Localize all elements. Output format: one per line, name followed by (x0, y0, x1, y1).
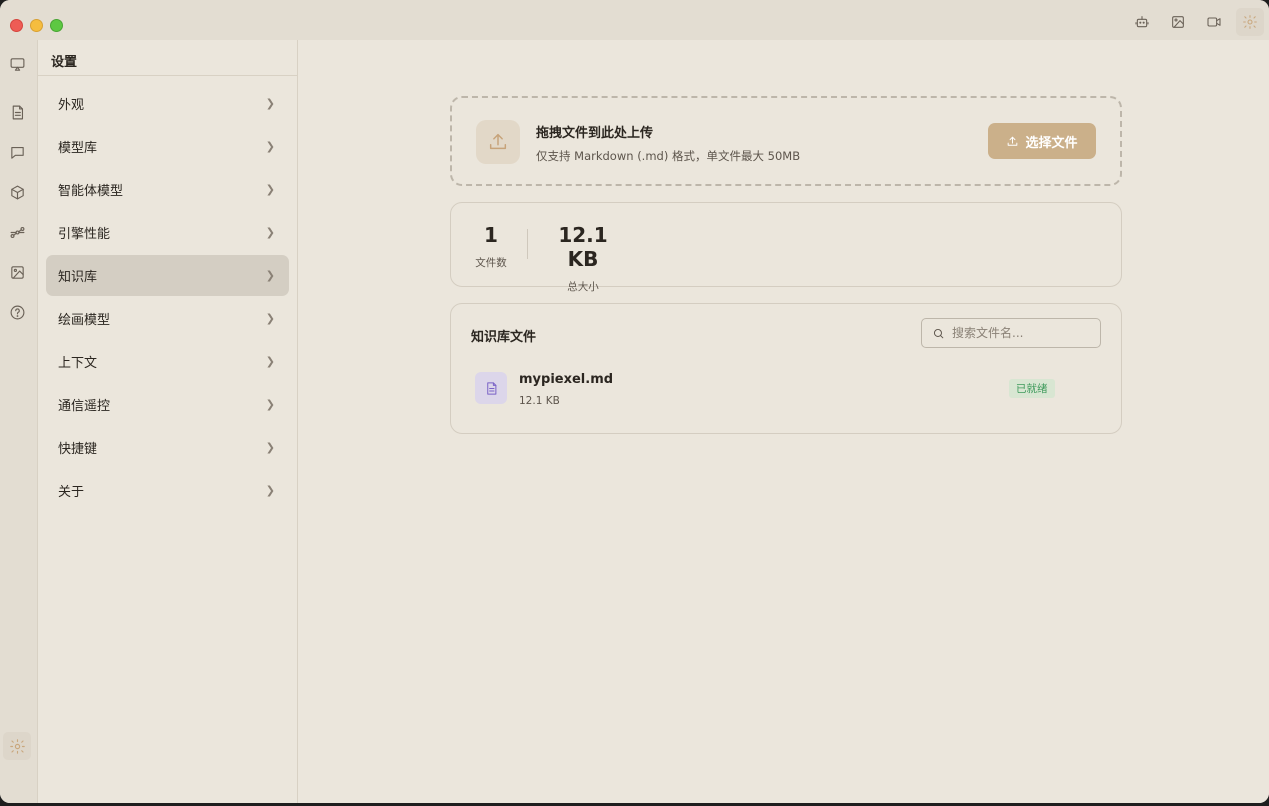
file-row[interactable]: mypiexel.md 12.1 KB 已就绪 (475, 370, 1075, 407)
nav-item-appearance[interactable]: 外观 ❯ (46, 83, 289, 124)
help-icon[interactable] (3, 298, 31, 326)
search-icon (933, 328, 944, 338)
file-count-stat: 1 文件数 (471, 223, 511, 270)
chat-icon[interactable] (3, 138, 31, 166)
upload-title: 拖拽文件到此处上传 (536, 126, 654, 141)
nav-item-remote-control[interactable]: 通信遥控 ❯ (46, 384, 289, 425)
nav-item-label: 关于 (58, 485, 85, 500)
maximize-window-button[interactable] (50, 19, 63, 32)
nav-item-drawing-model[interactable]: 绘画模型 ❯ (46, 298, 289, 339)
knowledge-base-panel: 拖拽文件到此处上传 仅支持 Markdown (.md) 格式，单文件最大 50… (299, 40, 1269, 803)
settings-sidebar: 设置 外观 ❯ 模型库 ❯ 智能体模型 ❯ 引擎性能 ❯ 知识库 ❯ 绘画模型 … (38, 40, 298, 803)
nav-item-label: 引擎性能 (58, 227, 111, 242)
choose-file-label: 选择文件 (1025, 135, 1078, 151)
stats-card: 1 文件数 12.1 KB 总大小 (450, 202, 1122, 293)
files-title: 知识库文件 (471, 330, 537, 345)
minimize-window-button[interactable] (30, 19, 43, 32)
search-input[interactable] (952, 326, 1092, 340)
close-window-button[interactable] (10, 19, 23, 32)
nav-item-shortcuts[interactable]: 快捷键 ❯ (46, 427, 289, 468)
chevron-right-icon: ❯ (265, 441, 275, 454)
cube-icon[interactable] (3, 178, 31, 206)
chevron-right-icon: ❯ (265, 312, 275, 325)
settings-nav: 外观 ❯ 模型库 ❯ 智能体模型 ❯ 引擎性能 ❯ 知识库 ❯ 绘画模型 ❯ 上… (46, 83, 289, 513)
nav-item-context[interactable]: 上下文 ❯ (46, 341, 289, 382)
nav-item-label: 绘画模型 (58, 313, 111, 328)
upload-dropzone[interactable]: 拖拽文件到此处上传 仅支持 Markdown (.md) 格式，单文件最大 50… (450, 96, 1122, 186)
chevron-right-icon: ❯ (265, 269, 275, 282)
nav-item-agent-model[interactable]: 智能体模型 ❯ (46, 169, 289, 210)
gear-icon[interactable] (1236, 8, 1264, 36)
chevron-right-icon: ❯ (265, 183, 275, 196)
upload-icon (476, 120, 520, 164)
screen-icon[interactable] (3, 50, 31, 78)
document-icon[interactable] (3, 98, 31, 126)
stat-divider (527, 229, 528, 259)
total-size-label: 总大小 (567, 281, 599, 293)
file-icon (475, 372, 507, 404)
chevron-right-icon: ❯ (265, 484, 275, 497)
workflow-icon[interactable] (3, 218, 31, 246)
gear-icon[interactable] (3, 732, 31, 760)
file-name: mypiexel.md (519, 372, 614, 387)
nav-item-label: 通信遥控 (58, 399, 111, 414)
chevron-right-icon: ❯ (265, 355, 275, 368)
chevron-right-icon: ❯ (265, 398, 275, 411)
robot-icon[interactable] (1128, 8, 1156, 36)
image-icon[interactable] (3, 258, 31, 286)
video-icon[interactable] (1200, 8, 1228, 36)
nav-item-label: 上下文 (58, 356, 98, 371)
nav-item-about[interactable]: 关于 ❯ (46, 470, 289, 511)
upload-icon (1008, 136, 1018, 146)
file-count-value: 1 (484, 223, 498, 247)
nav-item-label: 快捷键 (58, 442, 98, 457)
nav-item-label: 智能体模型 (58, 184, 124, 199)
image-icon[interactable] (1164, 8, 1192, 36)
status-badge: 已就绪 (1009, 379, 1055, 398)
app-rail (0, 40, 38, 803)
files-card: 知识库文件 mypiexel.md 12.1 KB 已就绪 (450, 303, 1122, 434)
nav-item-model-library[interactable]: 模型库 ❯ (46, 126, 289, 167)
upload-subtitle: 仅支持 Markdown (.md) 格式，单文件最大 50MB (536, 149, 801, 163)
nav-item-label: 知识库 (58, 270, 98, 285)
file-size: 12.1 KB (519, 395, 560, 407)
chevron-right-icon: ❯ (265, 97, 275, 110)
file-count-label: 文件数 (475, 257, 507, 269)
nav-item-label: 外观 (58, 98, 85, 113)
nav-item-engine-performance[interactable]: 引擎性能 ❯ (46, 212, 289, 253)
total-size-stat: 12.1 KB 总大小 (545, 223, 621, 294)
nav-item-knowledge-base[interactable]: 知识库 ❯ (46, 255, 289, 296)
chevron-right-icon: ❯ (265, 226, 275, 239)
title-bar (0, 0, 1269, 40)
app-window: 设置 外观 ❯ 模型库 ❯ 智能体模型 ❯ 引擎性能 ❯ 知识库 ❯ 绘画模型 … (0, 0, 1269, 803)
choose-file-button[interactable]: 选择文件 (988, 123, 1096, 159)
total-size-value: 12.1 KB (558, 223, 608, 271)
settings-title: 设置 (38, 40, 297, 76)
chevron-right-icon: ❯ (265, 140, 275, 153)
nav-item-label: 模型库 (58, 141, 98, 156)
file-search[interactable] (921, 318, 1101, 348)
